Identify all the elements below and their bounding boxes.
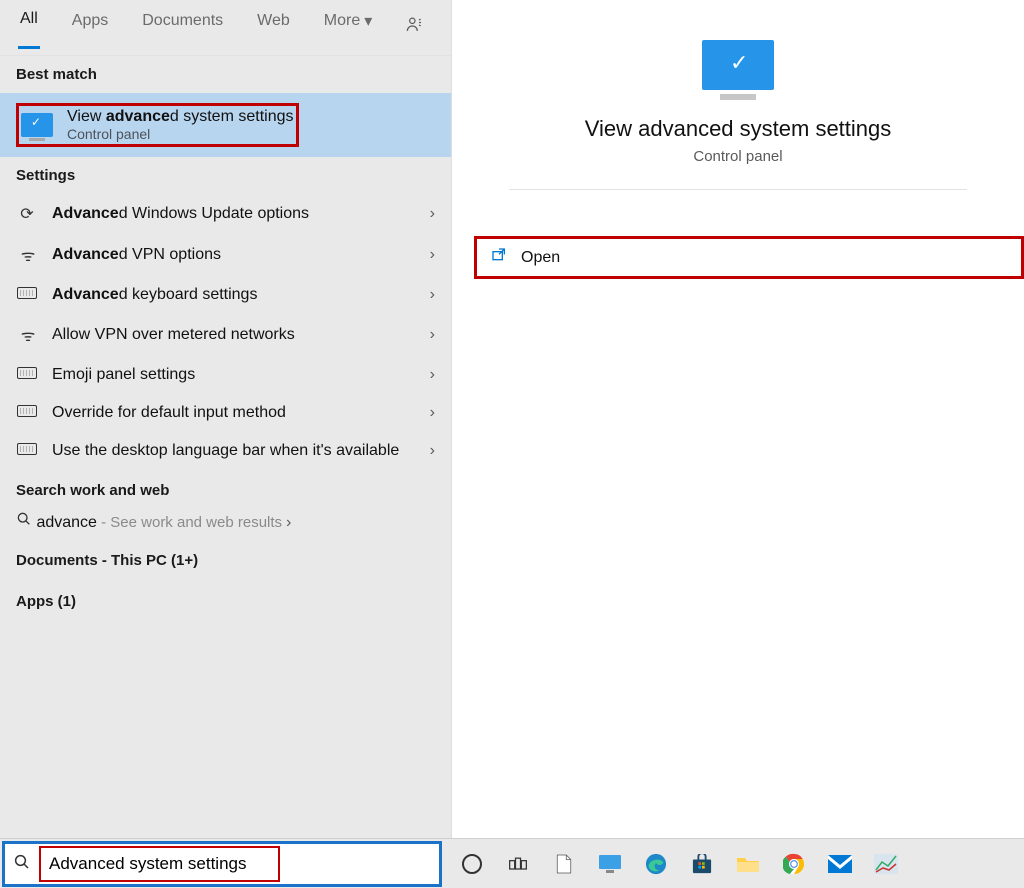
search-icon	[16, 514, 36, 531]
settings-item-emoji-panel[interactable]: Emoji panel settings ›	[0, 356, 451, 394]
settings-item-default-input[interactable]: Override for default input method ›	[0, 394, 451, 432]
keyboard-icon	[16, 442, 38, 460]
this-pc-icon[interactable]	[596, 850, 624, 878]
chevron-right-icon: ›	[430, 404, 435, 422]
section-best-match: Best match	[0, 56, 451, 93]
open-button[interactable]: Open	[474, 236, 1024, 279]
libreoffice-icon[interactable]	[550, 850, 578, 878]
open-label: Open	[521, 249, 560, 267]
section-settings: Settings	[0, 157, 451, 194]
chevron-down-icon: ▾	[364, 11, 372, 31]
taskbar	[0, 838, 1024, 888]
results-pane: All Apps Documents Web More ▾ ··· Best m…	[0, 0, 452, 838]
keyboard-icon	[16, 404, 38, 422]
task-view-icon[interactable]	[504, 850, 532, 878]
keyboard-icon	[16, 366, 38, 384]
keyboard-icon	[16, 286, 38, 304]
vpn-icon: ᯤ	[16, 244, 38, 266]
analytics-icon[interactable]	[872, 850, 900, 878]
settings-item-vpn-options[interactable]: ᯤ Advanced VPN options ›	[0, 234, 451, 276]
search-input[interactable]	[45, 850, 274, 878]
tab-all[interactable]: All	[18, 6, 40, 49]
monitor-check-icon: ✓	[21, 113, 53, 137]
section-documents-this-pc: Documents - This PC (1+)	[0, 540, 451, 581]
cortana-icon[interactable]	[458, 850, 486, 878]
tab-apps[interactable]: Apps	[70, 8, 110, 48]
monitor-check-icon-large: ✓	[702, 40, 774, 90]
divider	[509, 189, 967, 190]
best-match-title: View advanced system settings	[67, 108, 294, 126]
section-apps: Apps (1)	[0, 581, 451, 622]
search-icon	[13, 853, 31, 876]
preview-subtitle: Control panel	[693, 148, 782, 165]
settings-results-list: ⟳ Advanced Windows Update options › ᯤ Ad…	[0, 194, 451, 470]
vpn-icon: ᯤ	[16, 324, 38, 346]
tab-documents[interactable]: Documents	[140, 8, 225, 48]
chevron-right-icon: ›	[430, 326, 435, 344]
tab-more[interactable]: More ▾	[322, 7, 374, 49]
web-search-result[interactable]: advance - See work and web results ›	[0, 503, 451, 540]
chevron-right-icon: ›	[430, 286, 435, 304]
preview-title: View advanced system settings	[585, 116, 892, 142]
tab-web[interactable]: Web	[255, 8, 292, 48]
best-match-result[interactable]: ✓ View advanced system settings Control …	[0, 93, 451, 157]
open-external-icon	[491, 247, 507, 268]
feedback-icon[interactable]	[404, 15, 424, 40]
best-match-subtitle: Control panel	[67, 126, 294, 142]
chevron-right-icon: ›	[286, 514, 291, 531]
chrome-icon[interactable]	[780, 850, 808, 878]
edge-icon[interactable]	[642, 850, 670, 878]
taskbar-search-box[interactable]	[2, 841, 442, 887]
chevron-right-icon: ›	[430, 246, 435, 264]
chevron-right-icon: ›	[430, 366, 435, 384]
refresh-icon: ⟳	[16, 204, 38, 224]
filter-tabs: All Apps Documents Web More ▾ ···	[0, 0, 451, 56]
chevron-right-icon: ›	[430, 442, 435, 460]
store-icon[interactable]	[688, 850, 716, 878]
settings-item-keyboard[interactable]: Advanced keyboard settings ›	[0, 276, 451, 314]
settings-item-language-bar[interactable]: Use the desktop language bar when it's a…	[0, 432, 451, 470]
settings-item-vpn-metered[interactable]: ᯤ Allow VPN over metered networks ›	[0, 314, 451, 356]
preview-pane: ✓ View advanced system settings Control …	[452, 0, 1024, 838]
file-explorer-icon[interactable]	[734, 850, 762, 878]
mail-icon[interactable]	[826, 850, 854, 878]
chevron-right-icon: ›	[430, 205, 435, 223]
section-search-work-web: Search work and web	[0, 470, 451, 503]
settings-item-windows-update[interactable]: ⟳ Advanced Windows Update options ›	[0, 194, 451, 234]
taskbar-icons	[444, 839, 914, 888]
